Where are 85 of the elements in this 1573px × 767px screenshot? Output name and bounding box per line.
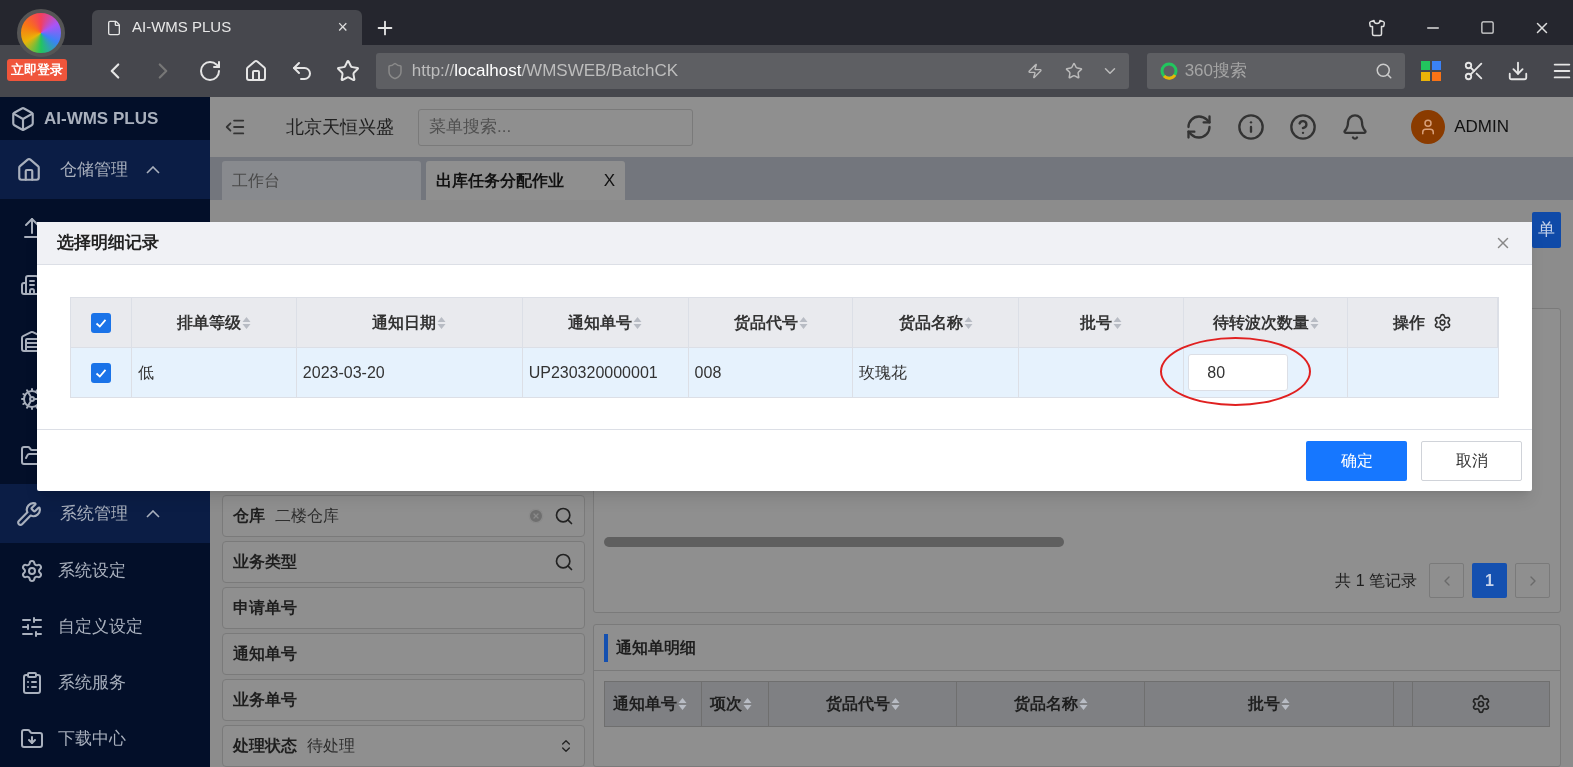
column-header[interactable]: 货品名称	[853, 298, 1020, 347]
search-placeholder: 360搜索	[1184, 60, 1249, 83]
record-count: 共 1 笔记录	[1335, 570, 1417, 591]
sidebar-item[interactable]: 自定义设定	[0, 599, 210, 655]
filter-field[interactable]: 业务单号	[222, 679, 585, 721]
confirm-button[interactable]: 确定	[1306, 440, 1407, 481]
download-icon[interactable]	[1507, 60, 1529, 82]
app-logo-text: AI-WMS PLUS	[44, 107, 159, 130]
home-icon[interactable]	[243, 59, 268, 83]
filter-field[interactable]: 处理状态 待处理	[222, 725, 585, 767]
gear-icon	[20, 559, 44, 583]
column-header[interactable]: 批号	[1019, 298, 1185, 347]
help-icon[interactable]	[1289, 113, 1318, 142]
company-name: 北京天恒兴盛	[286, 115, 394, 139]
column-header[interactable]: 通知日期	[296, 298, 523, 347]
refresh-icon[interactable]	[1185, 113, 1214, 142]
search-icon[interactable]	[554, 552, 574, 572]
folder-download-icon	[20, 727, 44, 751]
sidebar-item[interactable]: 系统服务	[0, 655, 210, 711]
checkbox[interactable]	[90, 362, 111, 383]
column-header[interactable]: 货品代号	[688, 298, 854, 347]
browser-tab[interactable]: AI-WMS PLUS ×	[92, 10, 362, 45]
tab-title: AI-WMS PLUS	[132, 17, 233, 38]
column-header[interactable]: 操作	[1348, 298, 1499, 347]
tools-icon	[16, 500, 42, 527]
search-icon[interactable]	[554, 506, 574, 526]
filter-field[interactable]: 仓库 二楼仓库	[222, 495, 585, 537]
table-cell: 玫瑰花	[853, 348, 1020, 397]
page-tab[interactable]: 出库任务分配作业 X	[426, 161, 625, 200]
dialog-title: 选择明细记录	[57, 232, 160, 255]
title-accent-bar	[604, 633, 608, 662]
column-header[interactable]: 货品代号	[769, 682, 957, 726]
column-header[interactable]: 货品名称	[957, 682, 1145, 726]
filter-field[interactable]: 通知单号	[222, 633, 585, 675]
table-cell: UP230320000001	[522, 348, 689, 397]
checkbox[interactable]	[90, 312, 111, 333]
quantity-field[interactable]: 80	[1188, 354, 1289, 391]
filter-field[interactable]: 业务类型	[222, 541, 585, 583]
sidebar-item[interactable]: 下载中心	[0, 711, 210, 767]
clipboard-icon	[20, 671, 44, 695]
cancel-button[interactable]: 取消	[1421, 440, 1522, 481]
column-header[interactable]: 待转波次数量	[1184, 298, 1349, 347]
search-icon[interactable]	[1375, 62, 1393, 80]
favorite-icon[interactable]	[335, 59, 360, 83]
sliders-icon	[20, 615, 44, 639]
login-badge[interactable]: 立即登录	[7, 59, 67, 81]
search-engine-icon	[1158, 61, 1179, 81]
notification-icon[interactable]	[1341, 113, 1370, 142]
page-button[interactable]: 1	[1472, 563, 1507, 598]
shield-icon	[385, 62, 404, 80]
table-cell: 低	[131, 348, 297, 397]
apps-icon[interactable]	[1421, 61, 1441, 81]
sidebar-item[interactable]: 系统设定	[0, 543, 210, 599]
user-name[interactable]: ADMIN	[1454, 114, 1509, 140]
panel-title: 通知单明细	[616, 637, 696, 658]
table-cell: 2023-03-20	[296, 348, 523, 397]
caret-icon	[146, 165, 160, 174]
page-icon	[106, 19, 122, 36]
star-icon[interactable]	[1064, 62, 1083, 80]
url-text: http://localhost/WMSWEB/BatchCK	[411, 60, 680, 83]
sidebar-section[interactable]: 仓储管理	[0, 140, 210, 199]
scissors-icon[interactable]	[1463, 60, 1485, 82]
column-header[interactable]: 批号	[1145, 682, 1394, 726]
skin-icon[interactable]	[1368, 18, 1386, 37]
table-cell: 008	[688, 348, 854, 397]
info-icon[interactable]	[1237, 113, 1266, 142]
column-header[interactable]: 通知单号	[605, 682, 702, 726]
toolbar-button[interactable]: 单	[1532, 212, 1561, 248]
warehouse-icon	[16, 156, 42, 183]
filter-field[interactable]: 申请单号	[222, 587, 585, 629]
tab-close-button[interactable]: X	[603, 167, 615, 194]
caret-icon	[146, 509, 160, 518]
address-bar[interactable]: http://localhost/WMSWEB/BatchCK	[375, 53, 1129, 89]
column-header[interactable]: 项次	[702, 682, 769, 726]
column-header[interactable]: 排单等级	[131, 298, 297, 347]
maximize-icon[interactable]	[1480, 20, 1495, 35]
lightning-icon[interactable]	[1026, 63, 1043, 79]
scrollbar[interactable]	[604, 537, 1064, 547]
logo-icon	[10, 105, 36, 132]
menu-search-field[interactable]: 菜单搜索...	[418, 108, 693, 146]
settings-icon[interactable]	[1433, 313, 1453, 332]
reload-icon[interactable]	[197, 59, 222, 83]
column-header[interactable]: 通知单号	[522, 298, 689, 347]
user-avatar[interactable]	[1411, 110, 1446, 145]
tab-close-button[interactable]: ×	[337, 14, 348, 41]
